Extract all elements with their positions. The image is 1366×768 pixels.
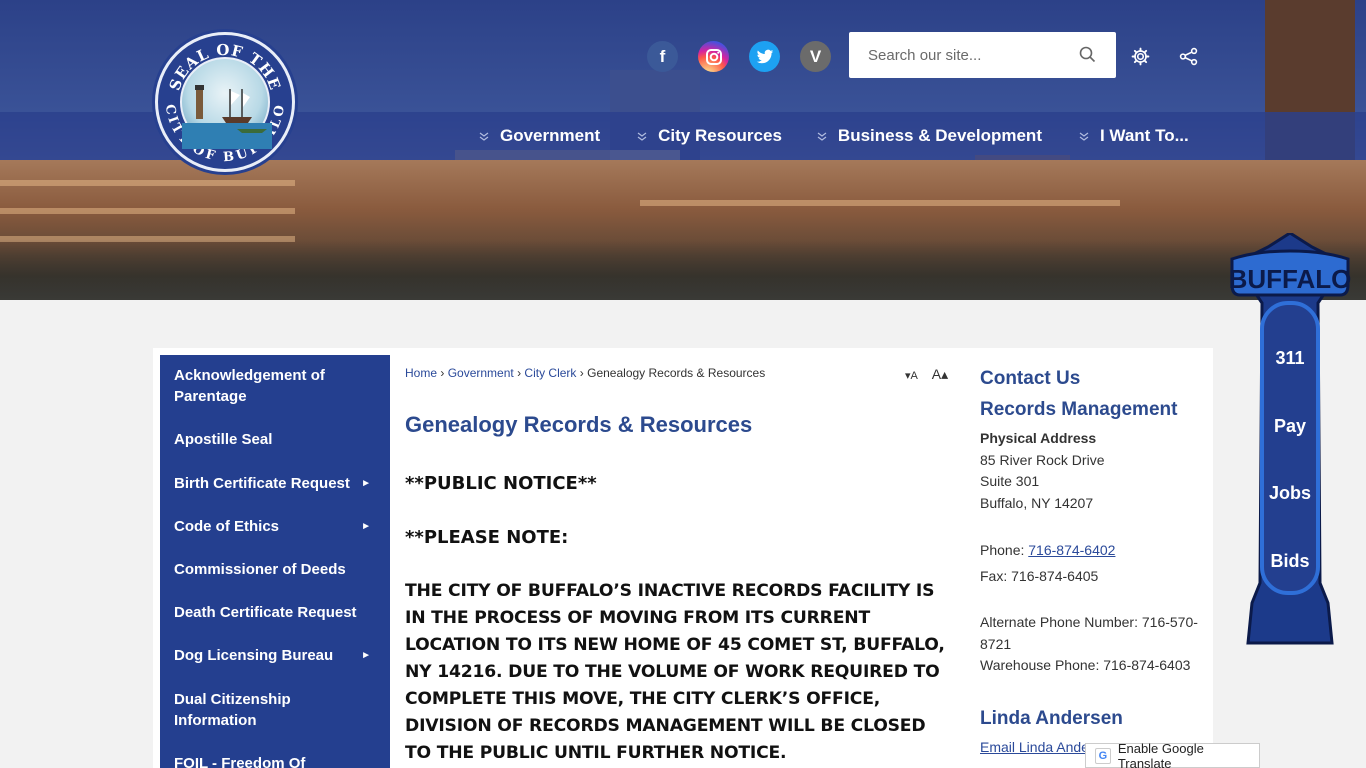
nav-label: Government	[500, 126, 601, 145]
increase-text-size-button[interactable]: A▴	[932, 366, 948, 382]
please-note-heading: **PLEASE NOTE:	[405, 527, 569, 548]
alternate-phone: Alternate Phone Number: 716-570-8721	[980, 614, 1198, 652]
decrease-text-size-button[interactable]: ▾A	[905, 370, 918, 382]
phone-label: Phone:	[980, 542, 1029, 558]
phone-link[interactable]: 716-874-6402	[1028, 542, 1115, 558]
expand-arrow-icon[interactable]: ►	[361, 645, 371, 666]
sidebar-item-apostille[interactable]: Apostille Seal	[174, 429, 374, 450]
widget-311-link[interactable]: 311	[1260, 348, 1320, 369]
google-translate-icon: G	[1095, 747, 1111, 764]
vimeo-icon[interactable]: V	[800, 41, 831, 72]
widget-bids-link[interactable]: Bids	[1260, 551, 1320, 572]
sidebar-item-label: Birth Certificate Request	[174, 475, 350, 492]
nav-label: Business & Development	[837, 126, 1042, 145]
chevron-down-icon	[637, 132, 647, 141]
translate-label: Enable Google Translate	[1117, 740, 1204, 768]
breadcrumb-separator: ›	[517, 366, 522, 380]
chevron-down-icon	[817, 132, 827, 141]
sidebar-item-label: Code of Ethics	[174, 518, 280, 535]
ship-lighthouse-icon	[182, 85, 272, 149]
nav-i-want-to[interactable]: I Want To...	[1078, 126, 1189, 146]
chevron-down-icon	[1079, 132, 1089, 141]
address-line-1: 85 River Rock Drive	[980, 451, 1105, 468]
records-management-heading: Records Management	[980, 399, 1178, 420]
breadcrumb-government[interactable]: Government	[448, 366, 514, 380]
public-notice-heading: **PUBLIC NOTICE**	[405, 473, 597, 494]
sidebar-item-label: Acknowledgement of Parentage	[174, 367, 325, 405]
address-label: Physical Address	[980, 430, 1097, 446]
contact-person-name: Linda Andersen	[980, 708, 1123, 729]
sidebar-item-label: Dual Citizenship Information	[174, 691, 291, 729]
expand-arrow-icon[interactable]: ►	[361, 473, 371, 494]
search-input[interactable]	[868, 46, 1088, 64]
building-stripe	[0, 208, 295, 214]
breadcrumb-current: Genealogy Records & Resources	[587, 366, 766, 380]
sidebar-item-label: Apostille Seal	[174, 431, 273, 448]
chevron-down-icon	[479, 132, 489, 141]
sidebar-item-death-certificate[interactable]: Death Certificate Request	[174, 602, 384, 623]
nav-business-development[interactable]: Business & Development	[816, 126, 1042, 146]
gear-icon[interactable]	[1131, 47, 1150, 66]
twitter-icon[interactable]	[749, 41, 780, 72]
warehouse-phone: Warehouse Phone: 716-874-6403	[980, 657, 1191, 673]
nav-label: I Want To...	[1099, 126, 1189, 145]
address-line-2: Suite 301	[980, 473, 1040, 489]
seal-emblem	[180, 57, 272, 149]
expand-arrow-icon[interactable]: ►	[361, 516, 371, 537]
breadcrumb-city-clerk[interactable]: City Clerk	[524, 366, 576, 380]
contact-us-heading: Contact Us	[980, 368, 1081, 389]
contact-details: Physical Address 85 River Rock Drive Sui…	[980, 428, 1210, 677]
sidebar-item-label: Dog Licensing Bureau	[174, 647, 334, 664]
sidebar-item-label: Commissioner of Deeds	[174, 561, 346, 578]
breadcrumb-separator: ›	[440, 366, 445, 380]
nav-city-resources[interactable]: City Resources	[636, 126, 782, 146]
address-line-3: Buffalo, NY 14207	[980, 494, 1094, 511]
notice-body: THE CITY OF BUFFALO’S INACTIVE RECORDS F…	[405, 581, 945, 763]
twitter-glyph	[756, 49, 773, 63]
email-row: Email Linda Andersen	[980, 737, 1090, 759]
facebook-glyph: f	[659, 46, 666, 66]
widget-pay-link[interactable]: Pay	[1260, 416, 1320, 437]
sidebar-item-label: FOIL - Freedom Of	[174, 755, 306, 768]
nav-label: City Resources	[658, 126, 782, 145]
building-stripe	[640, 200, 1120, 206]
sidebar-item-dog-licensing[interactable]: Dog Licensing Bureau ►	[174, 645, 371, 666]
vimeo-glyph: V	[809, 46, 822, 66]
email-link[interactable]: Email Linda Andersen	[980, 739, 1090, 755]
share-icon[interactable]	[1179, 47, 1198, 66]
treeline	[0, 240, 1366, 300]
sidebar-item-birth-certificate[interactable]: Birth Certificate Request ►	[174, 473, 371, 494]
nav-government[interactable]: Government	[478, 126, 600, 146]
text-size-controls: ▾A A▴	[905, 366, 948, 383]
sidebar-item-foil[interactable]: FOIL - Freedom Of	[174, 753, 374, 768]
search-box	[849, 32, 1116, 78]
breadcrumb: Home › Government › City Clerk › Genealo…	[405, 366, 765, 380]
building-stripe	[0, 180, 295, 186]
sidebar-item-commissioner-of-deeds[interactable]: Commissioner of Deeds	[174, 559, 374, 580]
widget-jobs-link[interactable]: Jobs	[1260, 483, 1320, 504]
sidebar-item-dual-citizenship[interactable]: Dual Citizenship Information	[174, 689, 344, 731]
buffalo-brand-text: BUFFALO	[1229, 264, 1352, 294]
facebook-icon[interactable]: f	[647, 41, 678, 72]
city-seal-logo[interactable]: SEAL OF THE CITY OF BUFFALO	[155, 32, 295, 172]
phone-row: Phone: 716-874-6402	[980, 540, 1210, 562]
sidebar-item-label: Death Certificate Request	[174, 604, 357, 621]
breadcrumb-separator: ›	[579, 366, 584, 380]
search-icon[interactable]	[1079, 46, 1096, 63]
breadcrumb-home[interactable]: Home	[405, 366, 437, 380]
ground-background	[0, 160, 1366, 300]
buffalo-quicklinks-widget: BUFFALO	[1229, 233, 1352, 645]
fax-number: Fax: 716-874-6405	[980, 567, 1099, 584]
google-translate-button[interactable]: G Enable Google Translate	[1085, 740, 1260, 768]
sidebar-item-acknowledgement[interactable]: Acknowledgement of Parentage	[174, 365, 364, 407]
instagram-glyph	[705, 48, 722, 65]
instagram-icon[interactable]	[698, 41, 729, 72]
page-title: Genealogy Records & Resources	[405, 412, 753, 437]
sidebar-item-code-of-ethics[interactable]: Code of Ethics ►	[174, 516, 371, 537]
main-nav: Government City Resources Business & Dev…	[470, 112, 1215, 160]
